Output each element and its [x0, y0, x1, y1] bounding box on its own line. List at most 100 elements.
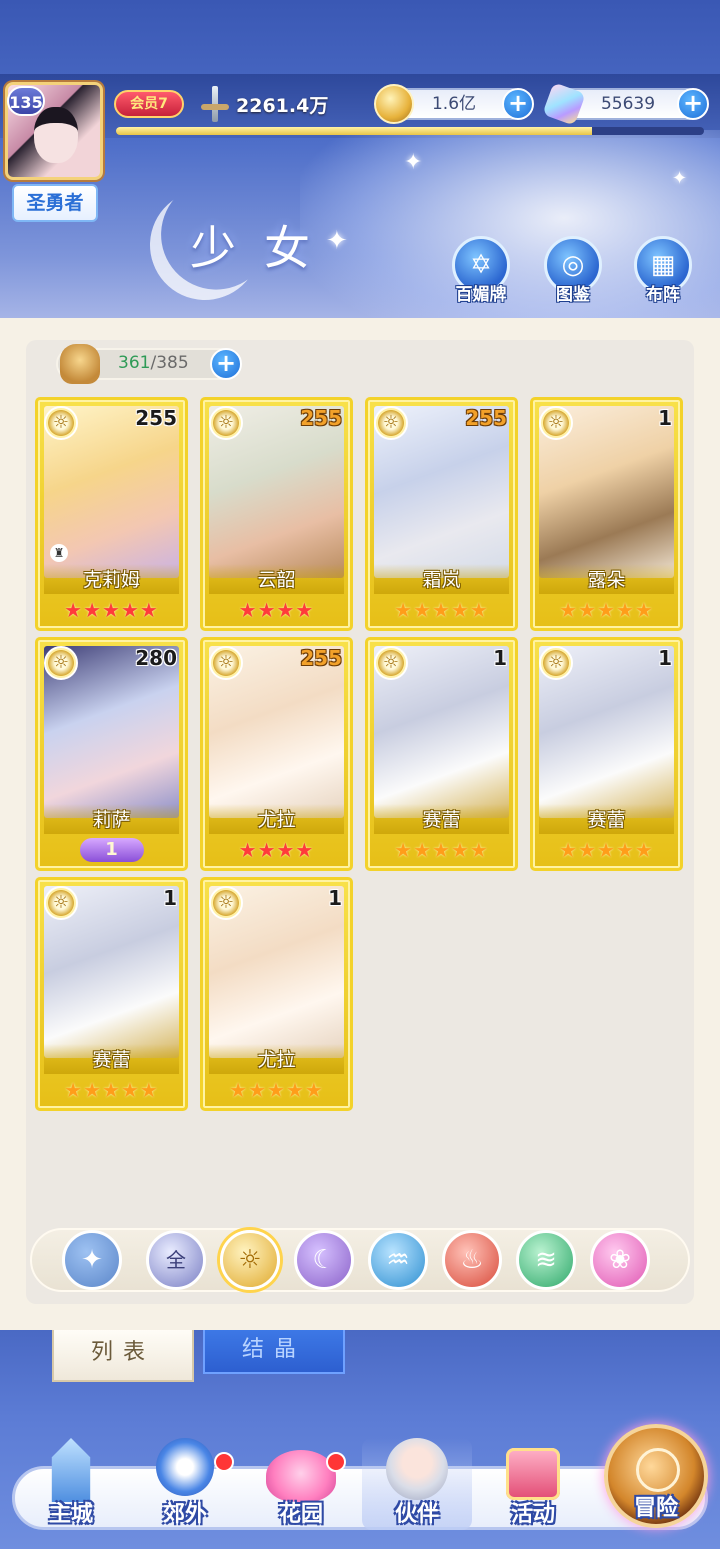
- star-rating: ★★★★: [238, 598, 315, 622]
- character-card[interactable]: ☼ 1 赛蕾 ★★★★★: [530, 637, 683, 871]
- character-name: 莉萨: [92, 809, 131, 831]
- sun-element-icon: ☼: [44, 886, 78, 920]
- wind-filter-icon[interactable]: ≋: [516, 1230, 576, 1290]
- all-filter-button[interactable]: 全: [146, 1230, 206, 1290]
- character-name: 赛蕾: [92, 1049, 131, 1071]
- top-button-cards[interactable]: ✡ 百媚牌: [446, 236, 516, 305]
- capacity-used: 361: [118, 353, 151, 373]
- sun-element-icon: ☼: [209, 886, 243, 920]
- character-card[interactable]: ☼ 255 ♜ 克莉姆 ★★★★★: [35, 397, 188, 631]
- wing-filter-icon[interactable]: ✦: [62, 1230, 122, 1290]
- star-rating: ★★★★★: [394, 838, 489, 862]
- star-rating: ★★★★: [238, 838, 315, 862]
- nav-label: 活动: [510, 1502, 555, 1527]
- character-level: 280: [135, 646, 177, 670]
- add-coin-button[interactable]: +: [502, 88, 534, 120]
- character-card[interactable]: ☼ 255 尤拉 ★★★★: [200, 637, 353, 871]
- nav-companions[interactable]: 伙伴: [362, 1438, 472, 1530]
- character-name: 赛蕾: [587, 809, 626, 831]
- star-rating: ★★★★★: [559, 598, 654, 622]
- capacity-total: 385: [156, 353, 189, 373]
- character-card[interactable]: ☼ 1 赛蕾 ★★★★★: [35, 877, 188, 1111]
- top-button-label: 图鉴: [556, 285, 590, 305]
- notification-dot: [326, 1452, 346, 1472]
- companion-icon: [386, 1438, 448, 1500]
- character-card[interactable]: ☼ 1 尤拉 ★★★★★: [200, 877, 353, 1111]
- awakening-rank-badge: 1: [79, 838, 144, 862]
- sun-element-icon: ☼: [44, 646, 78, 680]
- character-level: 255: [300, 406, 342, 430]
- star-rating: ★★★★★: [229, 1078, 324, 1102]
- nav-garden[interactable]: 花园: [246, 1438, 356, 1530]
- character-card[interactable]: ☼ 1 赛蕾 ★★★★★: [365, 637, 518, 871]
- character-name: 尤拉: [257, 1049, 296, 1071]
- experience-fill: [116, 127, 593, 135]
- nav-main-city[interactable]: 主城: [16, 1438, 126, 1530]
- moon-filter-icon[interactable]: ☾: [294, 1230, 354, 1290]
- portal-icon: [156, 1438, 214, 1496]
- roster-capacity: 361/385 +: [56, 344, 242, 384]
- character-name: 尤拉: [257, 809, 296, 831]
- coin-amount: 1.6亿: [431, 94, 477, 114]
- notification-dot: [214, 1452, 234, 1472]
- sparkle-icon: ✦: [672, 168, 688, 189]
- character-card[interactable]: ☼ 255 霜岚 ★★★★★: [365, 397, 518, 631]
- character-name: 霜岚: [422, 569, 461, 591]
- water-filter-icon[interactable]: ♒: [368, 1230, 428, 1290]
- chess-piece-icon: ♜: [50, 544, 68, 562]
- character-name: 赛蕾: [422, 809, 461, 831]
- character-level: 255: [465, 406, 507, 430]
- character-name: 云韶: [257, 569, 296, 591]
- header-background: ✦ ✦ ✦: [0, 0, 720, 320]
- nav-label: 主城: [48, 1502, 93, 1527]
- page-title: 少女: [190, 221, 338, 275]
- character-card[interactable]: ☼ 280 莉萨 1: [35, 637, 188, 871]
- character-level: 1: [658, 646, 672, 670]
- character-level: 1: [328, 886, 342, 910]
- gift-icon: [506, 1448, 560, 1500]
- sun-element-icon: ☼: [44, 406, 78, 440]
- character-card[interactable]: ☼ 1 露朵 ★★★★★: [530, 397, 683, 631]
- experience-bar: [116, 127, 704, 135]
- sun-element-icon: ☼: [209, 646, 243, 680]
- sun-element-icon: ☼: [374, 646, 408, 680]
- character-name: 露朵: [587, 569, 626, 591]
- tab-list[interactable]: 列表: [52, 1330, 194, 1382]
- nav-label: 郊外: [162, 1502, 207, 1527]
- avatar-portrait: [34, 107, 78, 163]
- heart-garden-icon: [266, 1450, 336, 1502]
- sword-icon: [196, 84, 234, 124]
- player-title-badge[interactable]: 圣勇者: [12, 184, 98, 222]
- tab-crystal[interactable]: 结晶: [203, 1330, 345, 1374]
- top-button-codex[interactable]: ◎ 图鉴: [538, 236, 608, 305]
- top-button-label: 布阵: [646, 285, 680, 305]
- nav-label: 伙伴: [394, 1502, 439, 1527]
- character-level: 1: [493, 646, 507, 670]
- nav-adventure[interactable]: 冒险: [604, 1424, 708, 1528]
- character-card[interactable]: ☼ 255 云韶 ★★★★: [200, 397, 353, 631]
- star-rating: ★★★★★: [64, 598, 159, 622]
- character-level: 255: [135, 406, 177, 430]
- expand-capacity-button[interactable]: +: [210, 348, 242, 380]
- coin-icon: [374, 84, 414, 124]
- star-rating: ★★★★★: [64, 1078, 159, 1102]
- sun-filter-icon[interactable]: ☼: [220, 1230, 280, 1290]
- nav-outskirts[interactable]: 郊外: [130, 1438, 240, 1530]
- add-gem-button[interactable]: +: [677, 88, 709, 120]
- sun-element-icon: ☼: [539, 646, 573, 680]
- top-button-label: 百媚牌: [455, 285, 507, 305]
- vip-badge[interactable]: 会员7: [114, 90, 184, 118]
- sun-element-icon: ☼: [374, 406, 408, 440]
- fire-filter-icon[interactable]: ♨: [442, 1230, 502, 1290]
- character-level: 255: [300, 646, 342, 670]
- top-button-formation[interactable]: ▦ 布阵: [628, 236, 698, 305]
- heart-filter-icon[interactable]: ❀: [590, 1230, 650, 1290]
- sparkle-icon: ✦: [404, 150, 423, 175]
- capacity-text: 361/385: [118, 353, 189, 373]
- combat-power-value: 2261.4万: [236, 94, 329, 117]
- sun-element-icon: ☼: [209, 406, 243, 440]
- coin-currency: 1.6亿 +: [374, 84, 534, 124]
- bag-icon: [60, 344, 100, 384]
- character-level: 1: [658, 406, 672, 430]
- nav-events[interactable]: 活动: [478, 1438, 588, 1530]
